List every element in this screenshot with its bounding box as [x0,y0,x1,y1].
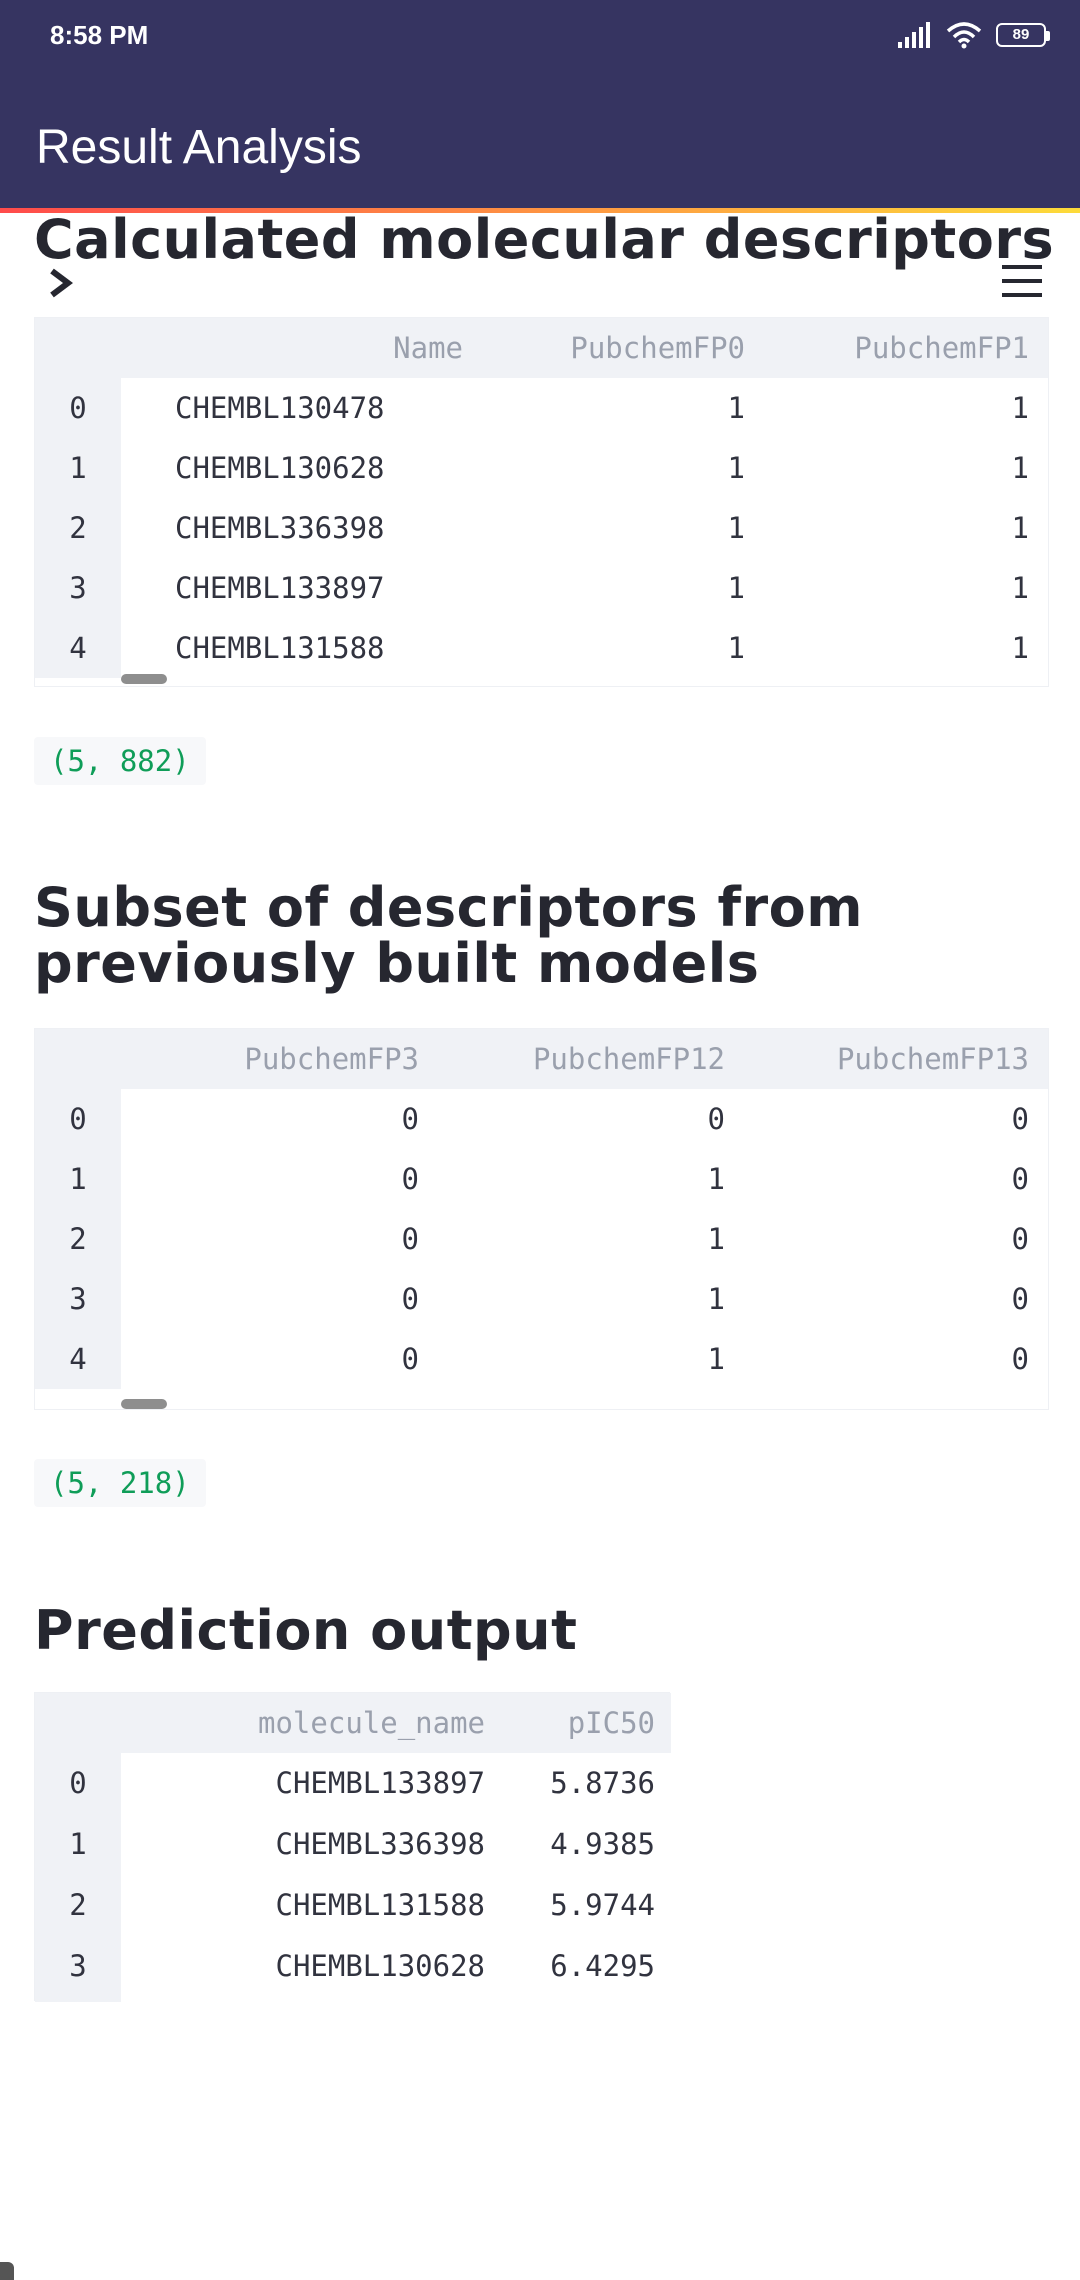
table-row: 4 0 1 0 [35,1329,1048,1389]
column-header[interactable]: PubchemFP12 [445,1029,725,1089]
column-header[interactable]: molecule_name [145,1693,485,1753]
table-cell: 1 [727,511,745,545]
corner-decoration [0,2262,14,2280]
table-cell: 0 [707,1102,725,1136]
table-cell: CHEMBL336398 [275,1827,485,1861]
table-cell: 0 [401,1162,419,1196]
table-cell: 1 [1011,631,1029,665]
column-header[interactable]: Name [255,318,463,378]
horizontal-scrollbar-thumb[interactable] [121,1399,167,1409]
calculated-descriptors-table[interactable]: Name PubchemFP0 PubchemFP1 0 CHEMBL13047… [34,317,1049,687]
subset-descriptors-heading: Subset of descriptors from previously bu… [34,876,863,995]
subset-descriptors-table[interactable]: PubchemFP3 PubchemFP12 PubchemFP13 0 0 0… [34,1028,1049,1410]
table-row: 3 0 1 0 [35,1269,1048,1329]
dataframe-shape-text: (5, 218) [34,1459,206,1507]
table-cell: 1 [707,1282,725,1316]
row-index: 4 [35,1329,121,1389]
table-cell: 0 [401,1102,419,1136]
table-row: 0 0 0 0 [35,1089,1048,1149]
dataframe-shape-text: (5, 882) [34,737,206,785]
table-cell: CHEMBL336398 [175,511,385,545]
row-index: 1 [69,1827,87,1861]
prediction-output-table[interactable]: molecule_name pIC50 0 CHEMBL133897 5.873… [34,1692,671,2002]
table-cell: 1 [1011,511,1029,545]
table-row: 1 0 1 0 [35,1149,1048,1209]
table-row: 2 CHEMBL131588 5.9744 [35,1875,671,1935]
row-index: 0 [69,1766,87,1800]
table-cell: CHEMBL130628 [275,1949,485,1983]
horizontal-scrollbar-thumb[interactable] [121,674,167,684]
table-cell: 1 [707,1222,725,1256]
status-bar: 8:58 PM 89 [0,0,1080,72]
row-index: 2 [69,511,87,545]
table-cell: 1 [1011,571,1029,605]
table-row: 2 0 1 0 [35,1209,1048,1269]
table-cell: 0 [1011,1342,1029,1376]
column-header[interactable]: PubchemFP0 [495,318,745,378]
table-header-row: Name PubchemFP0 PubchemFP1 [35,318,1048,378]
table-cell: CHEMBL133897 [175,571,385,605]
table-row: 3 CHEMBL133897 1 1 [35,558,1048,618]
table-row: 2 CHEMBL336398 1 1 [35,498,1048,558]
table-cell: 4.9385 [550,1827,655,1861]
signal-icon [898,22,930,48]
table-cell: 1 [1011,391,1029,425]
row-index: 4 [35,618,121,678]
column-header[interactable]: pIC50 [505,1693,655,1753]
row-index: 0 [69,391,87,425]
table-cell: 0 [1011,1282,1029,1316]
table-row: 0 CHEMBL130478 1 1 [35,378,1048,438]
table-row: 0 CHEMBL133897 5.8736 [35,1753,671,1813]
wifi-icon [946,22,982,49]
table-cell: 5.9744 [550,1888,655,1922]
table-cell: 1 [727,571,745,605]
calculated-descriptors-heading: Calculated molecular descriptors [34,208,1055,271]
table-header-row: PubchemFP3 PubchemFP12 PubchemFP13 [35,1029,1048,1089]
app-bar: Result Analysis [0,72,1080,212]
row-index: 2 [69,1222,87,1256]
table-cell: 1 [727,391,745,425]
row-index: 2 [69,1888,87,1922]
table-cell: 5.8736 [550,1766,655,1800]
row-index: 3 [69,1282,87,1316]
table-cell: 1 [1011,451,1029,485]
table-cell: 6.4295 [550,1949,655,1983]
table-cell: 1 [727,631,745,665]
hamburger-menu-icon[interactable] [1002,265,1042,299]
column-header[interactable]: PubchemFP13 [749,1029,1029,1089]
row-index: 1 [69,1162,87,1196]
table-cell: CHEMBL133897 [275,1766,485,1800]
table-cell: 0 [1011,1222,1029,1256]
column-header[interactable]: PubchemFP3 [175,1029,419,1089]
table-cell: 0 [401,1222,419,1256]
row-index: 1 [69,451,87,485]
table-cell: 0 [1011,1162,1029,1196]
table-cell: CHEMBL131588 [275,1888,485,1922]
table-row: 1 CHEMBL130628 1 1 [35,438,1048,498]
app-bar-title: Result Analysis [36,121,362,174]
table-row: 1 CHEMBL336398 4.9385 [35,1814,671,1874]
table-cell: 1 [727,451,745,485]
table-cell: CHEMBL130478 [175,391,385,425]
row-index: 0 [69,1102,87,1136]
table-header-row: molecule_name pIC50 [35,1693,671,1753]
status-icons: 89 [898,20,1050,50]
row-index: 3 [35,1936,121,1996]
chevron-right-icon[interactable] [46,268,76,298]
table-cell: CHEMBL131588 [175,631,385,665]
row-index: 3 [69,571,87,605]
table-cell: CHEMBL130628 [175,451,385,485]
battery-icon: 89 [996,23,1050,47]
table-cell: 1 [707,1162,725,1196]
prediction-output-heading: Prediction output [34,1599,578,1662]
column-header[interactable]: PubchemFP1 [775,318,1029,378]
table-cell: 0 [1011,1102,1029,1136]
table-cell: 1 [707,1342,725,1376]
status-time: 8:58 PM [50,20,149,50]
table-cell: 0 [401,1342,419,1376]
table-row: 3 CHEMBL130628 6.4295 [35,1936,671,1996]
table-row: 4 CHEMBL131588 1 1 [35,618,1048,678]
table-cell: 0 [401,1282,419,1316]
